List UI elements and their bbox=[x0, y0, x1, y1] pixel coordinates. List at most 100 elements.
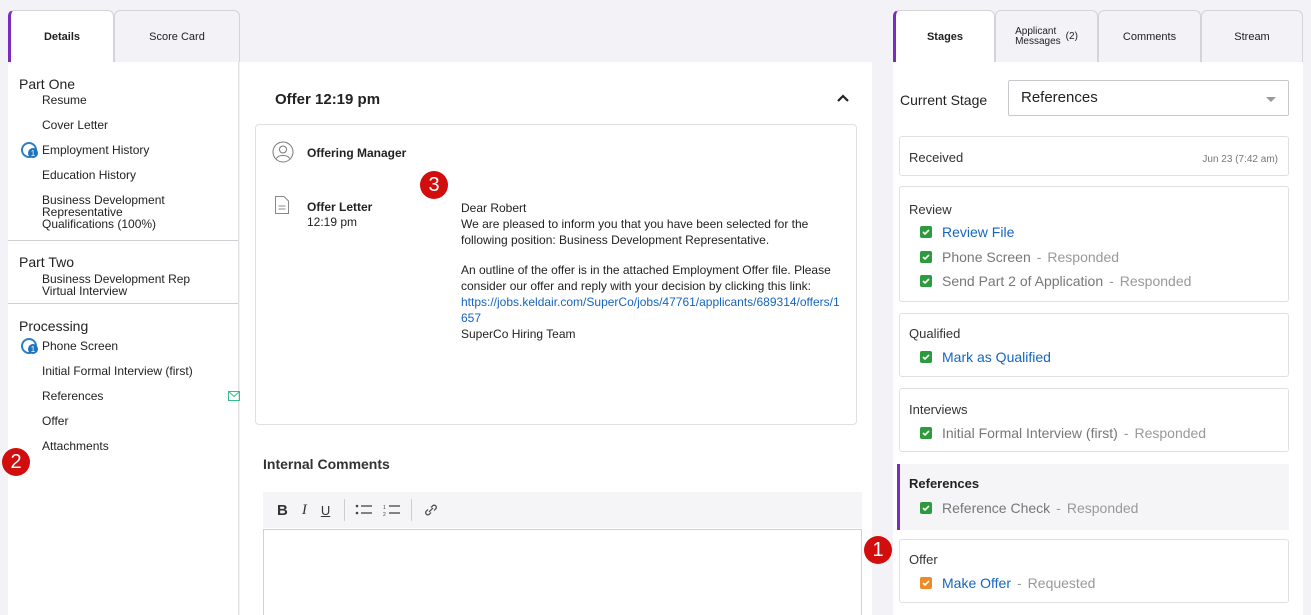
tab-stream[interactable]: Stream bbox=[1201, 10, 1303, 62]
annotation-badge-3: 3 bbox=[420, 171, 448, 199]
stage-name: Offer bbox=[909, 552, 938, 567]
task-link[interactable]: Review File bbox=[942, 224, 1014, 240]
offer-link[interactable]: https://jobs.keldair.com/SuperCo/jobs/47… bbox=[461, 295, 840, 325]
offer-card: Offering Manager Offer Letter 12:19 pm D… bbox=[255, 124, 857, 425]
sidebar-item-offer[interactable]: Offer bbox=[8, 415, 238, 428]
tab-stages[interactable]: Stages bbox=[893, 10, 995, 63]
sidebar-item-attachments[interactable]: Attachments bbox=[8, 440, 238, 453]
tab-comments[interactable]: Comments bbox=[1098, 10, 1201, 62]
task-label: Phone Screen bbox=[942, 249, 1031, 265]
task-status: Responded bbox=[1047, 249, 1120, 265]
task-send-part-2[interactable]: Send Part 2 of Application - Responded bbox=[920, 273, 1191, 289]
separator: - bbox=[1036, 249, 1042, 265]
offer-message: Dear Robert We are pleased to inform you… bbox=[461, 200, 846, 342]
task-status: Responded bbox=[1066, 500, 1139, 516]
separator: - bbox=[1017, 575, 1022, 591]
task-label: Reference Check bbox=[942, 500, 1051, 516]
stage-name: Interviews bbox=[909, 402, 968, 417]
stage-name: References bbox=[909, 476, 980, 491]
stage-qualified: Qualified Mark as Qualified bbox=[899, 313, 1289, 377]
section-title-part-two: Part Two bbox=[19, 254, 74, 270]
task-review-file[interactable]: Review File bbox=[920, 224, 1014, 240]
annotation-badge-2: 2 bbox=[2, 448, 30, 476]
sidebar-item-education-history[interactable]: Education History bbox=[8, 169, 238, 182]
section-title-processing: Processing bbox=[19, 318, 89, 334]
tab-score-card[interactable]: Score Card bbox=[114, 10, 240, 62]
message-greeting: Dear Robert bbox=[461, 201, 527, 215]
sidebar-item-label: Employment History bbox=[42, 143, 150, 157]
task-phone-screen[interactable]: Phone Screen - Responded bbox=[920, 249, 1119, 265]
task-status: Responded bbox=[1134, 425, 1207, 441]
sidebar-item-employment-history[interactable]: 1 Employment History bbox=[8, 142, 238, 158]
separator: - bbox=[1056, 500, 1061, 516]
sidebar-item-bdr-virtual-interview[interactable]: Business Development Rep Virtual Intervi… bbox=[8, 273, 198, 297]
svg-text:1: 1 bbox=[31, 149, 36, 158]
sidebar-item-bdr-qualifications[interactable]: Business Development Representative Qual… bbox=[8, 194, 198, 230]
task-link[interactable]: Make Offer bbox=[942, 575, 1011, 591]
stage-received[interactable]: Received Jun 23 (7:42 am) bbox=[899, 136, 1289, 176]
document-icon bbox=[275, 196, 289, 214]
sidebar-item-initial-formal-interview[interactable]: Initial Formal Interview (first) bbox=[8, 365, 238, 378]
stage-offer: Offer Make Offer - Requested bbox=[899, 539, 1289, 603]
task-mark-as-qualified[interactable]: Mark as Qualified bbox=[920, 349, 1051, 365]
checkbox-checked-icon bbox=[920, 502, 932, 514]
sidebar-item-cover-letter[interactable]: Cover Letter bbox=[8, 119, 238, 132]
tab-applicant-messages[interactable]: Applicant Messages (2) bbox=[995, 10, 1098, 62]
task-status: Requested bbox=[1027, 575, 1096, 591]
offer-letter-label[interactable]: Offer Letter bbox=[307, 200, 372, 214]
checkbox-checked-icon bbox=[920, 427, 932, 439]
link-icon[interactable] bbox=[422, 503, 440, 517]
checkbox-checked-icon bbox=[920, 351, 932, 363]
sidebar-item-label: Phone Screen bbox=[42, 339, 119, 353]
separator: - bbox=[1109, 273, 1114, 289]
bold-button[interactable]: B bbox=[277, 502, 288, 519]
details-sidebar: Part One Resume Cover Letter 1 Employmen… bbox=[8, 62, 240, 615]
tab-details[interactable]: Details bbox=[8, 10, 114, 63]
task-link[interactable]: Mark as Qualified bbox=[942, 349, 1051, 365]
checkbox-checked-icon bbox=[920, 251, 932, 263]
editor-toolbar: B I U 1 2 bbox=[263, 492, 862, 528]
checkbox-checked-icon bbox=[920, 275, 932, 287]
chevron-up-icon[interactable] bbox=[836, 93, 850, 103]
section-title-part-one: Part One bbox=[19, 76, 76, 92]
offer-letter-time: 12:19 pm bbox=[307, 215, 358, 229]
stages-panel: Current Stage References Received Jun 23… bbox=[893, 62, 1303, 615]
right-tab-bar: Stages Applicant Messages (2) Comments S… bbox=[893, 10, 1303, 63]
stage-references-current: References Reference Check - Responded bbox=[897, 464, 1289, 530]
toolbar-divider bbox=[344, 499, 346, 521]
sidebar-item-references[interactable]: References bbox=[8, 389, 240, 403]
chevron-down-icon bbox=[1266, 97, 1276, 102]
task-status: Responded bbox=[1119, 273, 1192, 289]
reference-people-icon: 1 bbox=[21, 338, 38, 354]
task-label: Initial Formal Interview (first) bbox=[942, 425, 1118, 441]
checkbox-pending-icon bbox=[920, 577, 932, 589]
sidebar-item-resume[interactable]: Resume bbox=[8, 94, 238, 107]
offer-title: Offer 12:19 pm bbox=[275, 91, 381, 108]
current-stage-select[interactable]: References bbox=[1008, 80, 1289, 116]
svg-text:1: 1 bbox=[383, 505, 386, 511]
internal-comments-title: Internal Comments bbox=[263, 456, 390, 472]
sidebar-item-label: References bbox=[42, 389, 104, 403]
stage-date: Jun 23 (7:42 am) bbox=[1202, 154, 1278, 165]
numbered-list-icon[interactable]: 1 2 bbox=[383, 503, 401, 517]
stage-name: Qualified bbox=[909, 326, 961, 341]
sidebar-item-phone-screen[interactable]: 1 Phone Screen bbox=[8, 338, 238, 354]
internal-comments-editor[interactable] bbox=[263, 529, 862, 615]
task-make-offer[interactable]: Make Offer - Requested bbox=[920, 575, 1095, 591]
separator: - bbox=[1123, 425, 1129, 441]
offer-detail-panel: Offer 12:19 pm Offering Manager Offer Le… bbox=[240, 62, 872, 615]
svg-text:2: 2 bbox=[383, 512, 386, 517]
reference-people-icon: 1 bbox=[21, 142, 38, 158]
italic-button[interactable]: I bbox=[302, 502, 307, 519]
toolbar-divider bbox=[411, 499, 413, 521]
current-stage-value: References bbox=[1021, 89, 1098, 106]
task-initial-formal-interview[interactable]: Initial Formal Interview (first) - Respo… bbox=[920, 425, 1206, 441]
checkbox-checked-icon bbox=[920, 226, 932, 238]
message-signature: SuperCo Hiring Team bbox=[461, 327, 576, 341]
task-reference-check[interactable]: Reference Check - Responded bbox=[920, 500, 1138, 516]
stage-name: Received bbox=[909, 150, 964, 165]
bulleted-list-icon[interactable] bbox=[355, 503, 373, 517]
offering-manager-label: Offering Manager bbox=[307, 146, 407, 160]
underline-button[interactable]: U bbox=[321, 503, 330, 518]
mail-icon bbox=[228, 391, 240, 401]
